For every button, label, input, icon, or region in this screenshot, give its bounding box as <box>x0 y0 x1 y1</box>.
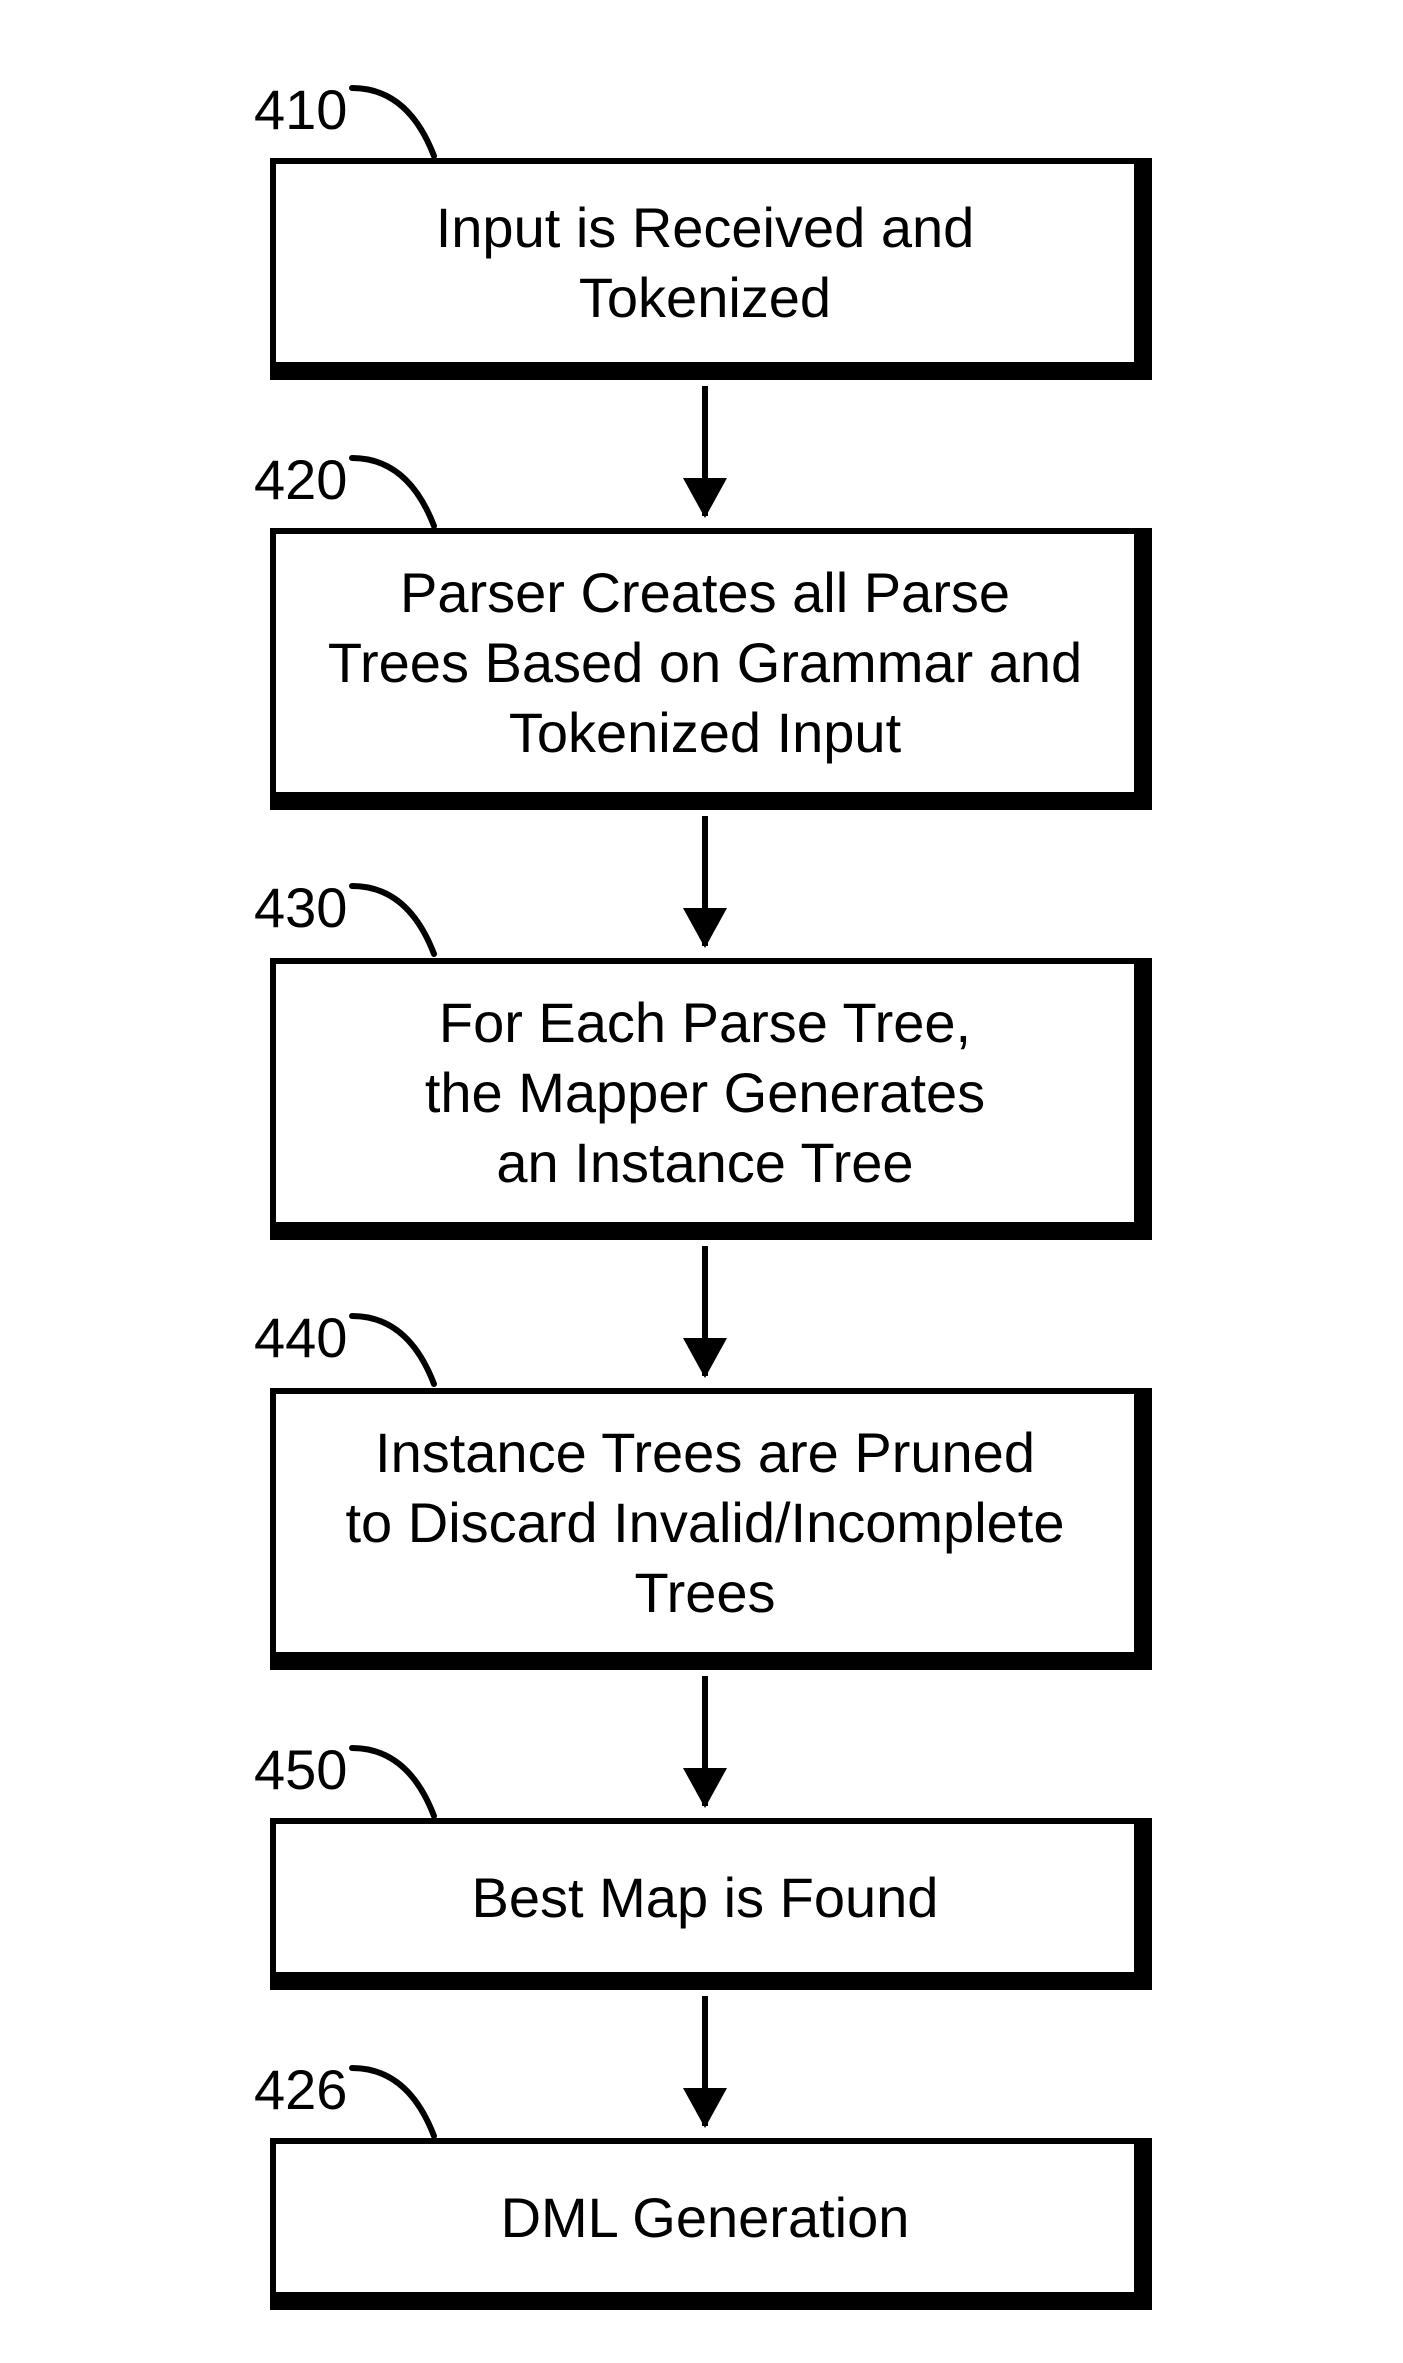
box-426-text: DML Generation <box>501 2183 910 2253</box>
leader-410 <box>348 84 438 160</box>
box-410: Input is Received andTokenized <box>270 158 1140 368</box>
box-440-text: Instance Trees are Prunedto Discard Inva… <box>345 1418 1064 1628</box>
leader-450 <box>348 1744 438 1820</box>
box-450: Best Map is Found <box>270 1818 1140 1978</box>
label-420: 420 <box>254 452 347 508</box>
leader-430 <box>348 882 438 958</box>
label-430: 430 <box>254 880 347 936</box>
box-440: Instance Trees are Prunedto Discard Inva… <box>270 1388 1140 1658</box>
label-410: 410 <box>254 82 347 138</box>
box-426: DML Generation <box>270 2138 1140 2298</box>
label-450: 450 <box>254 1742 347 1798</box>
box-420-text: Parser Creates all ParseTrees Based on G… <box>328 558 1082 768</box>
box-410-text: Input is Received andTokenized <box>436 193 975 333</box>
box-420: Parser Creates all ParseTrees Based on G… <box>270 528 1140 798</box>
arrow-410-420 <box>702 386 708 516</box>
label-426: 426 <box>254 2062 347 2118</box>
box-450-text: Best Map is Found <box>472 1863 939 1933</box>
label-440: 440 <box>254 1310 347 1366</box>
leader-440 <box>348 1312 438 1388</box>
arrow-450-426 <box>702 1996 708 2126</box>
arrow-440-450 <box>702 1676 708 1806</box>
box-430-text: For Each Parse Tree,the Mapper Generates… <box>425 988 985 1198</box>
arrow-420-430 <box>702 816 708 946</box>
box-430: For Each Parse Tree,the Mapper Generates… <box>270 958 1140 1228</box>
arrow-430-440 <box>702 1246 708 1376</box>
leader-420 <box>348 454 438 530</box>
leader-426 <box>348 2064 438 2140</box>
flowchart-canvas: 410 Input is Received andTokenized 420 P… <box>0 0 1403 2363</box>
